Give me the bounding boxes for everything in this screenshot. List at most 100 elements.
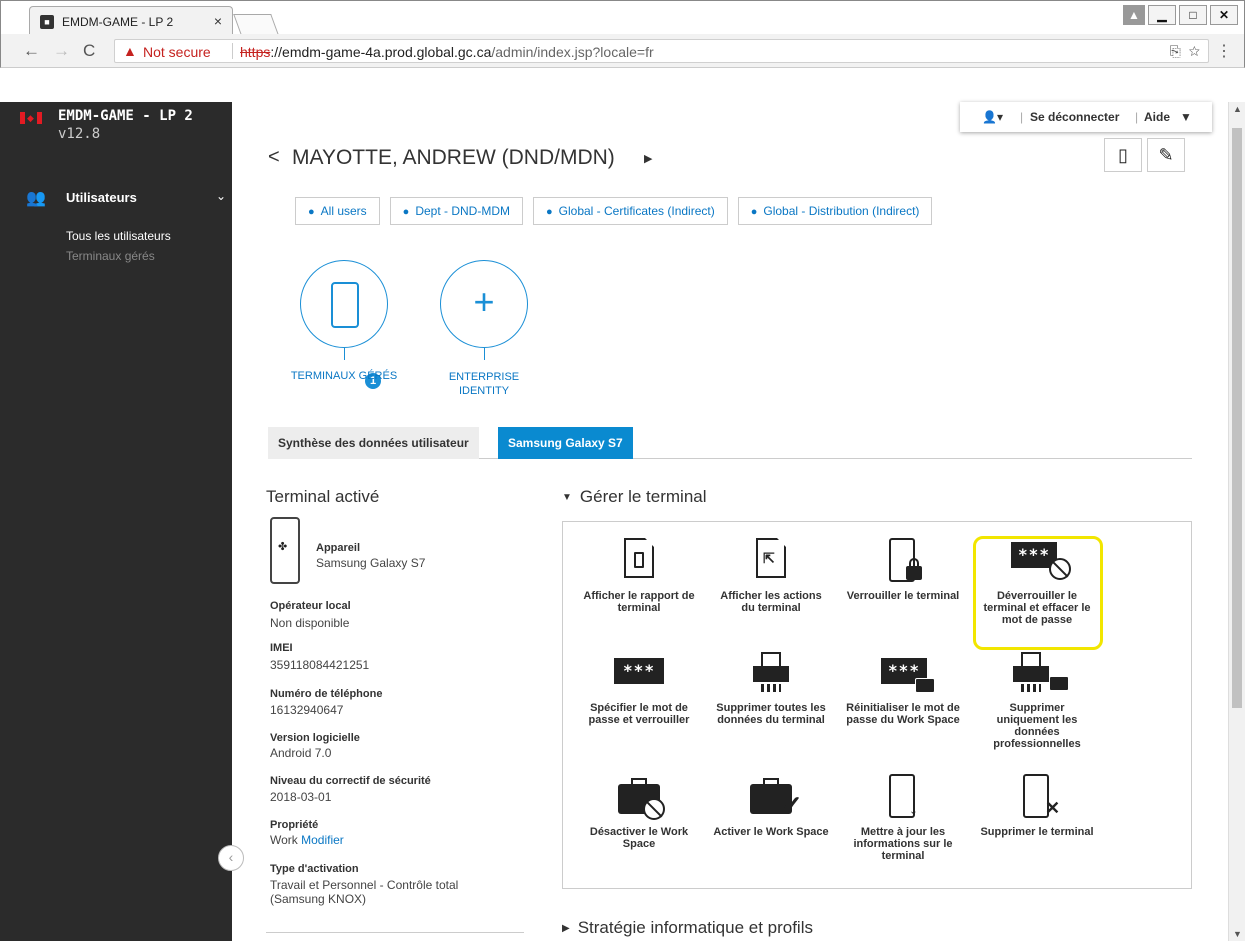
browser-menu-icon[interactable]: ⋮ bbox=[1216, 41, 1232, 61]
logout-link[interactable]: Se déconnecter bbox=[1030, 110, 1119, 124]
enterprise-identity-label[interactable]: ENTERPRISE bbox=[424, 370, 544, 384]
action-unlock-clear-password[interactable]: *** Déverrouiller le terminal et effacer … bbox=[971, 538, 1103, 626]
action-label: Afficher les actions du terminal bbox=[720, 590, 822, 614]
action-label: Déverrouiller le terminal et effacer le mo… bbox=[983, 590, 1091, 626]
action-label: Mettre à jour les informations sur le term… bbox=[853, 826, 953, 862]
action-label: Afficher le rapport de terminal bbox=[583, 590, 695, 614]
actions-icon: ⇱ bbox=[756, 538, 786, 578]
action-label: Supprimer le terminal bbox=[980, 826, 1094, 838]
action-enable-workspace[interactable]: ✓ Activer le Work Space bbox=[705, 774, 837, 838]
scroll-up-arrow-icon[interactable]: ▲ bbox=[1233, 104, 1242, 114]
action-label: Activer le Work Space bbox=[713, 826, 829, 838]
close-window-button[interactable]: ✕ bbox=[1210, 5, 1238, 25]
enterprise-identity-circle[interactable]: + bbox=[440, 260, 528, 348]
sidebar bbox=[0, 102, 232, 941]
chevron-down-icon: ⌄ bbox=[215, 189, 226, 203]
person-icon: ● bbox=[308, 206, 315, 218]
managed-devices-circle[interactable] bbox=[300, 260, 388, 348]
action-label: Réinitialiser le mot de passe du Work Spa… bbox=[846, 702, 960, 726]
translate-bookmark-icons[interactable]: ⎘ ☆ bbox=[1170, 43, 1200, 60]
sidebar-item-all-users[interactable]: Tous les utilisateurs bbox=[66, 229, 171, 243]
managed-devices-label[interactable]: TERMINAUX GÉRÉS bbox=[284, 369, 404, 383]
field-value-device: Samsung Galaxy S7 bbox=[316, 556, 426, 570]
warning-icon: ▲ bbox=[123, 43, 137, 59]
action-update-device-info[interactable]: ↓ Mettre à jour les informations sur le te… bbox=[837, 774, 969, 862]
report-icon bbox=[624, 538, 654, 578]
not-secure-label[interactable]: Not secure bbox=[143, 44, 211, 60]
action-view-device-actions[interactable]: ⇱ Afficher les actions du terminal bbox=[705, 538, 837, 614]
account-icon[interactable]: 👤▾ bbox=[982, 110, 1003, 124]
action-delete-device[interactable]: ✕ Supprimer le terminal bbox=[971, 774, 1103, 838]
action-wipe-work-data[interactable]: Supprimer uniquement les données profession… bbox=[971, 650, 1103, 750]
shred-work-data-icon bbox=[1013, 652, 1049, 694]
minimize-button[interactable]: ▁ bbox=[1148, 5, 1176, 25]
action-reset-workspace-password[interactable]: *** Réinitialiser le mot de passe du Work… bbox=[837, 650, 969, 726]
sidebar-item-users[interactable]: 👥 Utilisateurs ⌄ bbox=[26, 188, 226, 208]
forward-arrow-icon[interactable]: → bbox=[53, 41, 70, 61]
circle-stem bbox=[484, 348, 485, 360]
edit-pencil-button[interactable]: ✎ bbox=[1147, 138, 1185, 172]
group-chip-distribution[interactable]: ● Global - Distribution (Indirect) bbox=[737, 197, 933, 225]
report-button[interactable]: ▯ bbox=[1104, 138, 1142, 172]
field-value-imei: 359118084421251 bbox=[270, 658, 370, 672]
group-list: ● All users ● Dept - DND-MDM ● Global - Cer… bbox=[295, 197, 933, 225]
url-host: ://emdm-game-4a.prod.global.gc.ca bbox=[270, 44, 492, 60]
field-value-activation-2: (Samsung KNOX) bbox=[270, 892, 367, 906]
maximize-button[interactable]: □ bbox=[1179, 5, 1207, 25]
action-lock-device[interactable]: Verrouiller le terminal bbox=[837, 538, 969, 602]
ownership-value: Work bbox=[270, 833, 298, 847]
group-chip-dept[interactable]: ● Dept - DND-MDM bbox=[389, 197, 523, 225]
user-menu-caret-icon[interactable]: ▶ bbox=[644, 152, 652, 165]
person-icon: ● bbox=[750, 206, 758, 218]
content-tabs: Synthèse des données utilisateur Samsung… bbox=[268, 427, 1192, 459]
url-text[interactable]: https://emdm-game-4a.prod.global.gc.ca/a… bbox=[240, 44, 654, 60]
tab-close-icon[interactable]: × bbox=[214, 13, 222, 29]
tab-user-summary[interactable]: Synthèse des données utilisateur bbox=[268, 427, 479, 459]
field-value-patch: 2018-03-01 bbox=[270, 790, 332, 804]
previous-user-chevron-icon[interactable]: < bbox=[268, 146, 280, 169]
new-tab-button[interactable] bbox=[233, 14, 279, 35]
action-view-device-report[interactable]: Afficher le rapport de terminal bbox=[573, 538, 705, 614]
profile-icon[interactable]: ▲ bbox=[1123, 5, 1145, 25]
url-path: /admin/index.jsp?locale=fr bbox=[491, 44, 654, 60]
enterprise-identity-label-2[interactable]: IDENTITY bbox=[424, 384, 544, 398]
scroll-thumb[interactable] bbox=[1232, 128, 1242, 708]
action-disable-workspace[interactable]: Désactiver le Work Space bbox=[573, 774, 705, 850]
url-field[interactable]: ▲ Not secure https://emdm-game-4a.prod.g… bbox=[114, 39, 1209, 63]
manage-device-header[interactable]: ▼ Gérer le terminal bbox=[562, 487, 707, 507]
padlock-icon bbox=[906, 558, 922, 580]
device-phone-icon: ✤ bbox=[270, 517, 300, 584]
back-arrow-icon[interactable]: ← bbox=[23, 41, 40, 61]
action-wipe-device[interactable]: Supprimer toutes les données du terminal bbox=[705, 650, 837, 726]
sidebar-item-managed-devices[interactable]: Terminaux gérés bbox=[66, 249, 155, 263]
help-menu[interactable]: Aide bbox=[1144, 110, 1170, 124]
group-chip-all-users[interactable]: ● All users bbox=[295, 197, 380, 225]
vertical-scrollbar[interactable]: ▲ ▼ bbox=[1228, 102, 1245, 941]
field-value-software: Android 7.0 bbox=[270, 746, 332, 760]
tab-samsung-galaxy-s7[interactable]: Samsung Galaxy S7 bbox=[498, 427, 633, 459]
reload-icon[interactable]: C bbox=[83, 41, 95, 61]
caret-down-icon[interactable]: ▼ bbox=[1180, 110, 1192, 124]
menu-separator: | bbox=[1020, 110, 1024, 124]
checkmark-icon: ✓ bbox=[781, 790, 803, 820]
group-chip-label: All users bbox=[320, 204, 367, 218]
briefcase-icon bbox=[1049, 676, 1069, 691]
manage-device-title: Gérer le terminal bbox=[579, 487, 707, 506]
group-chip-label: Global - Certificates (Indirect) bbox=[558, 204, 715, 218]
x-icon: ✕ bbox=[1045, 798, 1061, 818]
user-menu-bar: 👤▾ | Se déconnecter | Aide ▼ bbox=[960, 102, 1212, 132]
it-policy-profiles-header[interactable]: ▶ Stratégie informatique et profils bbox=[562, 918, 813, 938]
app-version: v12.8 bbox=[58, 126, 101, 142]
scroll-down-arrow-icon[interactable]: ▼ bbox=[1233, 929, 1242, 939]
group-chip-certificates[interactable]: ● Global - Certificates (Indirect) bbox=[533, 197, 728, 225]
ban-icon bbox=[643, 798, 665, 820]
app-name: EMDM-GAME - LP 2 bbox=[58, 108, 193, 124]
triangle-right-icon: ▶ bbox=[562, 923, 570, 934]
field-label-activation: Type d'activation bbox=[270, 863, 359, 875]
modify-link[interactable]: Modifier bbox=[301, 833, 344, 847]
action-set-password-lock[interactable]: *** Spécifier le mot de passe et verrouil… bbox=[573, 650, 705, 726]
browser-tab[interactable]: ■ EMDM-GAME - LP 2 × bbox=[29, 6, 233, 35]
briefcase-icon bbox=[915, 678, 935, 693]
address-bar: ← → C ▲ Not secure https://emdm-game-4a.… bbox=[0, 34, 1245, 68]
sidebar-item-label: Utilisateurs bbox=[66, 190, 137, 205]
